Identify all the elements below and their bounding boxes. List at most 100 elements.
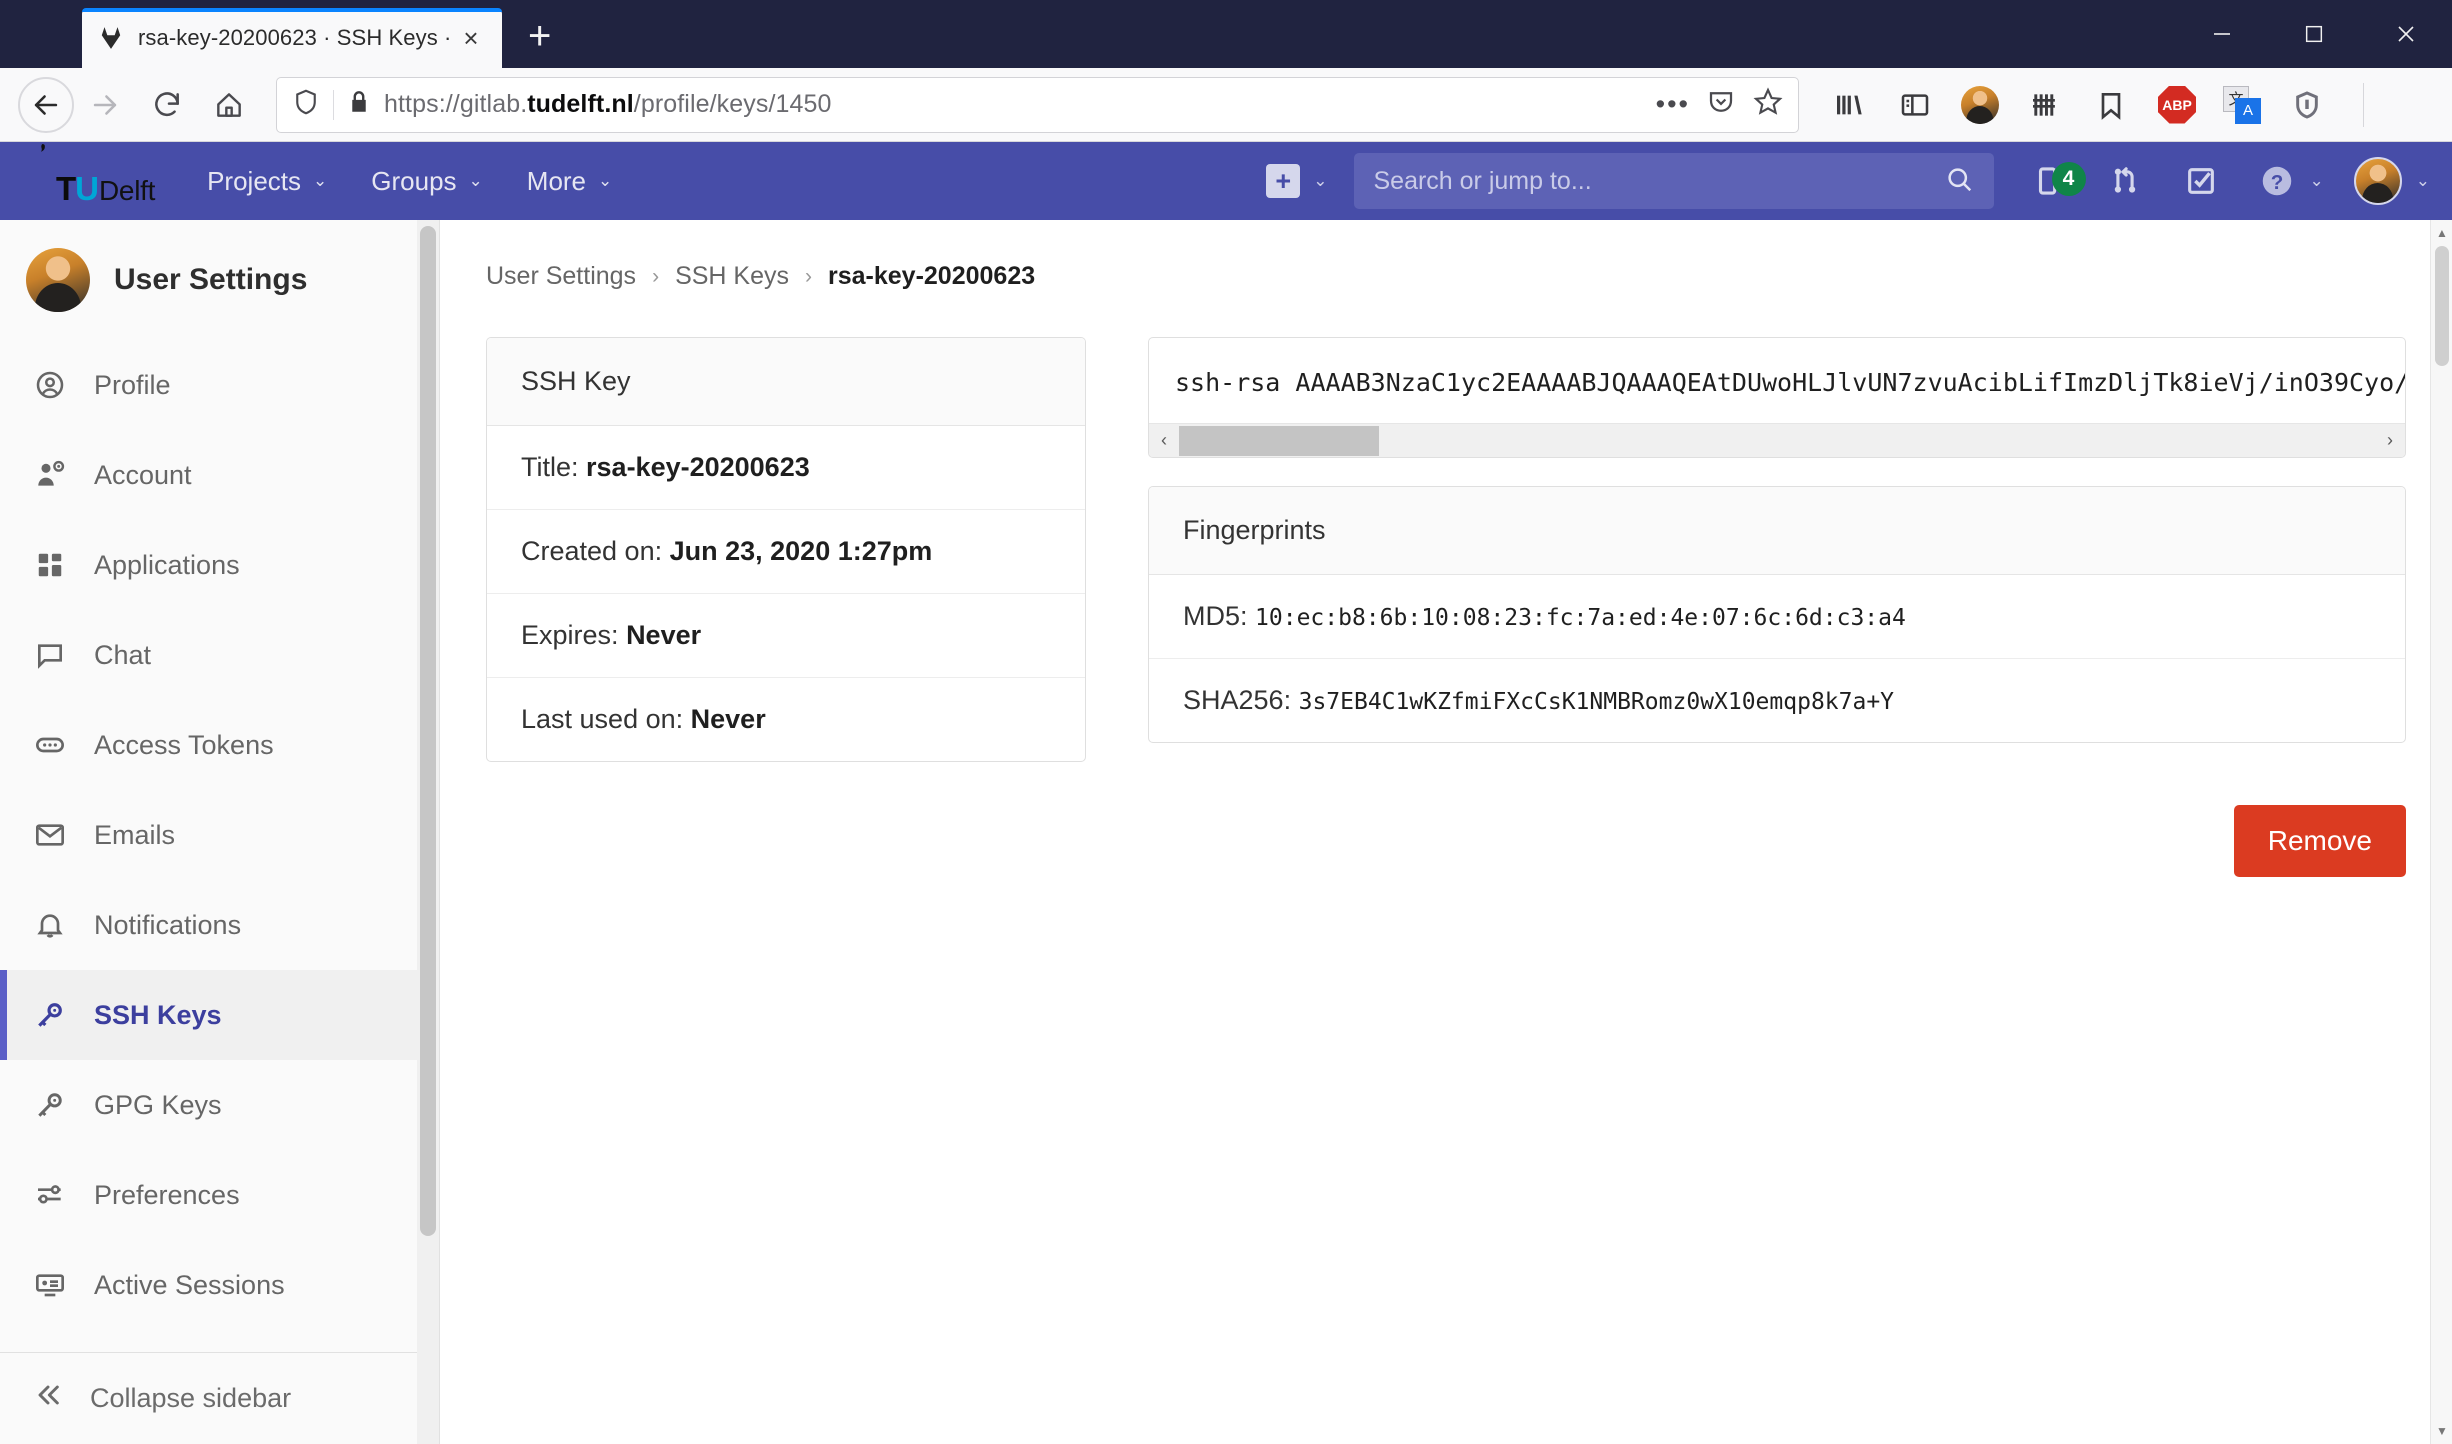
collapse-sidebar-button[interactable]: Collapse sidebar: [0, 1352, 439, 1444]
scroll-right-arrow-icon[interactable]: ›: [2375, 430, 2405, 451]
issues-icon[interactable]: 4: [2028, 160, 2086, 202]
home-button[interactable]: [198, 74, 260, 136]
window-controls: [2176, 0, 2452, 68]
ssh-key-value[interactable]: ssh-rsa AAAAB3NzaC1yc2EAAAABJQAAAQEAtDUw…: [1149, 338, 2405, 423]
remove-button[interactable]: Remove: [2233, 805, 2406, 877]
ssh-key-card-header: SSH Key: [487, 338, 1085, 426]
fingerprint-value: 3s7EB4C1wKZfmiFXcCsK1NMBRomz0wX10emqp8k7…: [1298, 689, 1895, 715]
menu-icon[interactable]: [2400, 85, 2434, 125]
issues-badge: 4: [2051, 162, 2086, 196]
merge-requests-icon[interactable]: [2104, 160, 2146, 202]
row-label: Expires:: [521, 620, 619, 650]
main-content: User Settings › SSH Keys › rsa-key-20200…: [440, 220, 2452, 1444]
chevron-down-icon[interactable]: ⌄: [2416, 171, 2430, 191]
sidebar-item-account[interactable]: Account: [0, 430, 439, 520]
sidebar-item-profile[interactable]: Profile: [0, 340, 439, 430]
browser-toolbar-icons: ABP 文A: [1815, 82, 2434, 127]
scrollbar-track[interactable]: [1179, 424, 2375, 458]
ssh-key-row-created: Created on: Jun 23, 2020 1:27pm: [487, 510, 1085, 594]
breadcrumb-separator-icon: ›: [805, 264, 812, 288]
reload-button[interactable]: [136, 74, 198, 136]
sidebar-item-access-tokens[interactable]: Access Tokens: [0, 700, 439, 790]
forward-button[interactable]: [74, 74, 136, 136]
back-button[interactable]: [18, 76, 74, 133]
breadcrumb-separator-icon: ›: [652, 264, 660, 288]
close-button[interactable]: [2360, 0, 2452, 68]
sidebar-item-emails[interactable]: Emails: [0, 790, 439, 880]
pocket-icon[interactable]: [1706, 87, 1736, 122]
preferences-icon: [32, 1177, 68, 1213]
todos-icon[interactable]: [2180, 160, 2222, 202]
sidebar-menu: Profile Account Applications Chat Access…: [0, 340, 439, 1352]
breadcrumb: User Settings › SSH Keys › rsa-key-20200…: [486, 262, 2406, 291]
sidebar-item-preferences[interactable]: Preferences: [0, 1150, 439, 1240]
maximize-button[interactable]: [2268, 0, 2360, 68]
nav-item-groups[interactable]: Groups ⌄: [371, 166, 483, 197]
library-icon[interactable]: [1829, 85, 1869, 125]
minimize-button[interactable]: [2176, 0, 2268, 68]
sidebar-item-notifications[interactable]: Notifications: [0, 880, 439, 970]
ssh-key-value-box[interactable]: ssh-rsa AAAAB3NzaC1yc2EAAAABJQAAAQEAtDUw…: [1148, 337, 2406, 458]
nav-item-more[interactable]: More ⌄: [527, 166, 613, 197]
new-tab-button[interactable]: +: [528, 16, 551, 68]
tracking-protection-icon[interactable]: [291, 87, 321, 122]
scrollbar-thumb[interactable]: [1179, 425, 1379, 456]
gitlab-navbar: TU Delft Projects ⌄ Groups ⌄ More ⌄ + ⌄: [0, 142, 2452, 220]
bookmark-star-icon[interactable]: [1752, 86, 1784, 123]
help-icon[interactable]: ?: [2256, 160, 2298, 202]
browser-titlebar: rsa-key-20200623 · SSH Keys · U × +: [0, 0, 2452, 68]
profile-icon: [32, 367, 68, 403]
fingerprint-row-sha256: SHA256: 3s7EB4C1wKZfmiFXcCsK1NMBRomz0wX1…: [1149, 659, 2405, 742]
search-icon: [1944, 164, 1974, 199]
chevron-down-icon: ⌄: [598, 171, 613, 190]
adblock-plus-icon[interactable]: ABP: [2157, 85, 2197, 125]
sidebar-label: Notifications: [94, 909, 242, 940]
containers-icon[interactable]: [2025, 85, 2065, 125]
row-value: Never: [690, 704, 766, 734]
breadcrumb-ssh-keys[interactable]: SSH Keys: [675, 262, 789, 291]
ssh-key-row-last-used: Last used on: Never: [487, 678, 1085, 761]
sidebar-item-active-sessions[interactable]: Active Sessions: [0, 1240, 439, 1330]
page-scrollbar[interactable]: ▲ ▼: [2430, 220, 2452, 1444]
breadcrumb-user-settings[interactable]: User Settings: [486, 262, 636, 291]
tab-title: rsa-key-20200623 · SSH Keys · U: [138, 25, 454, 50]
user-avatar-icon[interactable]: [2353, 157, 2402, 205]
new-dropdown[interactable]: + ⌄: [1266, 164, 1328, 198]
sidebar-scrollbar-thumb[interactable]: [420, 226, 436, 1236]
sidebar-header: User Settings: [0, 220, 439, 340]
chevron-down-icon[interactable]: ⌄: [2310, 171, 2324, 191]
sidebar-icon[interactable]: [1895, 85, 1935, 125]
fingerprint-label: MD5:: [1183, 601, 1248, 631]
scroll-up-arrow-icon[interactable]: ▲: [2431, 222, 2452, 244]
bookmark-icon[interactable]: [2091, 85, 2131, 125]
sidebar-avatar: [26, 248, 90, 312]
sidebar-label: Chat: [94, 639, 152, 670]
nav-item-projects[interactable]: Projects ⌄: [207, 166, 327, 197]
page-scrollbar-thumb[interactable]: [2435, 246, 2449, 366]
page-content: TU Delft Projects ⌄ Groups ⌄ More ⌄ + ⌄: [0, 142, 2452, 1444]
sidebar-item-gpg-keys[interactable]: GPG Keys: [0, 1060, 439, 1150]
scroll-down-arrow-icon[interactable]: ▼: [2431, 1420, 2452, 1442]
tudelft-logo[interactable]: TU Delft: [26, 143, 155, 207]
shield-icon[interactable]: [2287, 85, 2327, 125]
sidebar-item-chat[interactable]: Chat: [0, 610, 439, 700]
page-actions-icon[interactable]: •••: [1656, 91, 1690, 118]
browser-tab[interactable]: rsa-key-20200623 · SSH Keys · U ×: [82, 8, 502, 68]
sidebar-item-applications[interactable]: Applications: [0, 520, 439, 610]
tab-close-icon[interactable]: ×: [454, 25, 488, 51]
sidebar-label: Account: [94, 459, 192, 490]
translate-icon[interactable]: 文A: [2223, 85, 2261, 124]
scroll-left-arrow-icon[interactable]: ‹: [1149, 430, 1179, 451]
account-avatar-icon[interactable]: [1961, 85, 1999, 124]
row-value: rsa-key-20200623: [586, 452, 810, 482]
gitlab-favicon-icon: [96, 23, 126, 53]
sidebar-scrollbar[interactable]: ▲: [417, 220, 439, 1444]
ssh-key-horizontal-scrollbar[interactable]: ‹ ›: [1149, 423, 2405, 457]
sidebar-item-ssh-keys[interactable]: SSH Keys: [0, 970, 439, 1060]
fingerprints-card: Fingerprints MD5: 10:ec:b8:6b:10:08:23:f…: [1148, 486, 2406, 743]
applications-icon: [32, 547, 68, 583]
nav-groups-label: Groups: [371, 165, 457, 196]
search-input[interactable]: Search or jump to...: [1353, 153, 1994, 209]
url-bar[interactable]: https://gitlab.tudelft.nl/profile/keys/1…: [276, 76, 1799, 133]
url-text[interactable]: https://gitlab.tudelft.nl/profile/keys/1…: [384, 90, 1644, 119]
